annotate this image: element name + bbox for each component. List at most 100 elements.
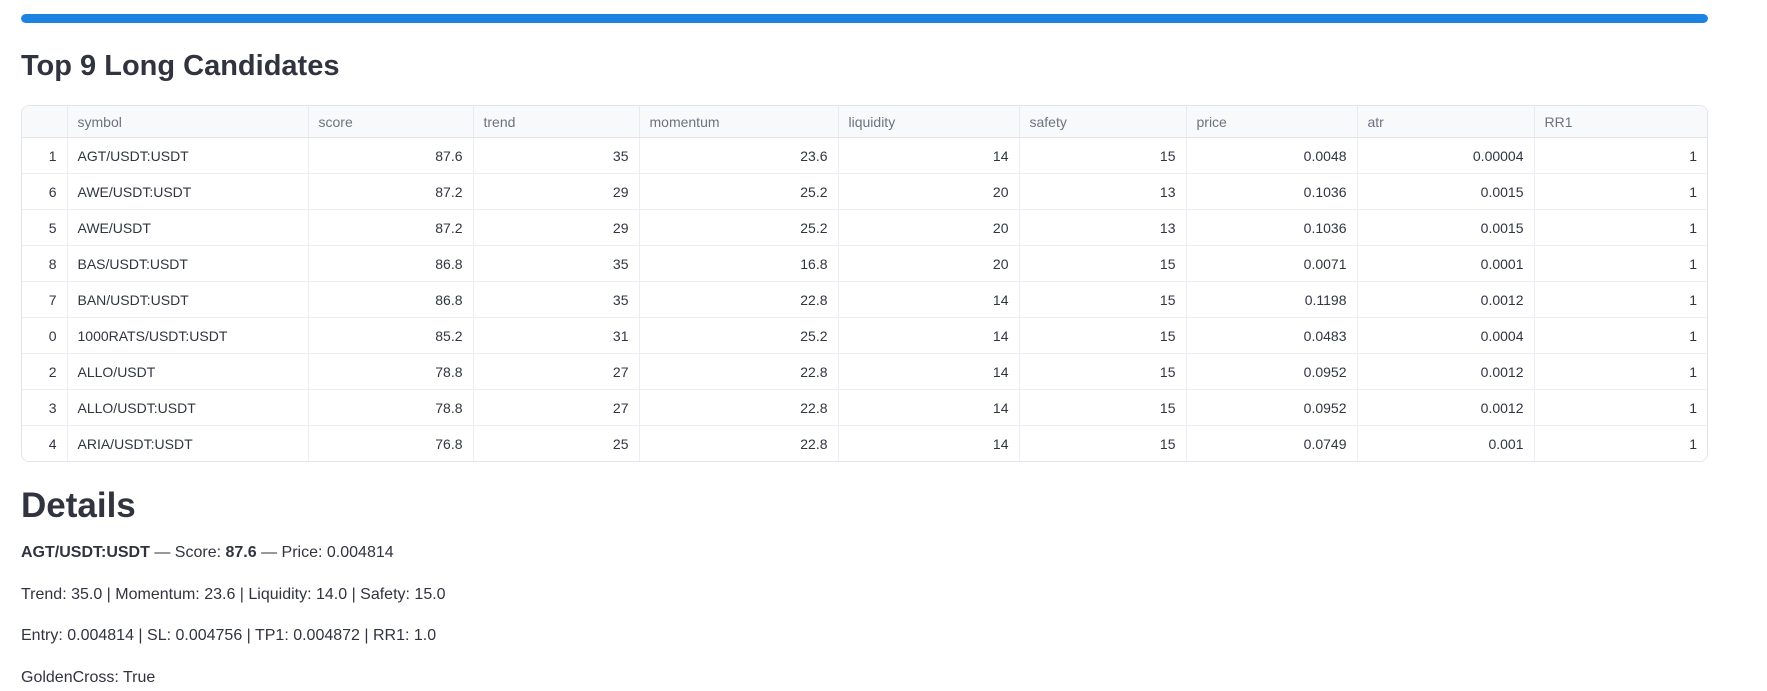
- cell-trend[interactable]: 25: [472, 425, 639, 462]
- column-header-atr[interactable]: atr: [1356, 106, 1534, 139]
- column-header-symbol[interactable]: symbol: [66, 106, 308, 139]
- cell-safety[interactable]: 13: [1018, 173, 1186, 210]
- cell-price[interactable]: 0.1198: [1185, 281, 1357, 318]
- cell-momentum[interactable]: 22.8: [638, 281, 838, 318]
- cell-liquidity[interactable]: 14: [837, 137, 1019, 174]
- cell-symbol[interactable]: AGT/USDT:USDT: [66, 137, 308, 174]
- cell-safety[interactable]: 15: [1018, 245, 1186, 282]
- cell-trend[interactable]: 29: [472, 209, 639, 246]
- cell-symbol[interactable]: AWE/USDT: [66, 209, 308, 246]
- cell-trend[interactable]: 27: [472, 353, 639, 390]
- cell-trend[interactable]: 35: [472, 245, 639, 282]
- cell-liquidity[interactable]: 20: [837, 245, 1019, 282]
- column-header-price[interactable]: price: [1185, 106, 1357, 139]
- column-header-safety[interactable]: safety: [1018, 106, 1186, 139]
- column-header-liquidity[interactable]: liquidity: [837, 106, 1019, 139]
- cell-price[interactable]: 0.0048: [1185, 137, 1357, 174]
- column-header-index[interactable]: [22, 106, 67, 139]
- cell-symbol[interactable]: BAN/USDT:USDT: [66, 281, 308, 318]
- cell-score[interactable]: 87.2: [307, 209, 473, 246]
- cell-atr[interactable]: 0.00004: [1356, 137, 1534, 174]
- cell-rr1[interactable]: 1: [1533, 173, 1707, 210]
- cell-atr[interactable]: 0.0015: [1356, 209, 1534, 246]
- column-header-trend[interactable]: trend: [472, 106, 639, 139]
- cell-index[interactable]: 2: [22, 353, 67, 390]
- cell-score[interactable]: 86.8: [307, 281, 473, 318]
- cell-liquidity[interactable]: 14: [837, 353, 1019, 390]
- cell-liquidity[interactable]: 20: [837, 209, 1019, 246]
- cell-trend[interactable]: 35: [472, 137, 639, 174]
- cell-momentum[interactable]: 25.2: [638, 173, 838, 210]
- cell-rr1[interactable]: 1: [1533, 209, 1707, 246]
- cell-liquidity[interactable]: 14: [837, 389, 1019, 426]
- cell-momentum[interactable]: 23.6: [638, 137, 838, 174]
- cell-safety[interactable]: 15: [1018, 425, 1186, 462]
- cell-price[interactable]: 0.1036: [1185, 209, 1357, 246]
- cell-rr1[interactable]: 1: [1533, 353, 1707, 390]
- cell-rr1[interactable]: 1: [1533, 281, 1707, 318]
- cell-price[interactable]: 0.1036: [1185, 173, 1357, 210]
- cell-atr[interactable]: 0.0001: [1356, 245, 1534, 282]
- cell-rr1[interactable]: 1: [1533, 245, 1707, 282]
- cell-symbol[interactable]: ALLO/USDT: [66, 353, 308, 390]
- cell-symbol[interactable]: BAS/USDT:USDT: [66, 245, 308, 282]
- cell-momentum[interactable]: 25.2: [638, 317, 838, 354]
- cell-atr[interactable]: 0.0012: [1356, 281, 1534, 318]
- cell-price[interactable]: 0.0952: [1185, 389, 1357, 426]
- cell-momentum[interactable]: 22.8: [638, 425, 838, 462]
- cell-price[interactable]: 0.0952: [1185, 353, 1357, 390]
- cell-rr1[interactable]: 1: [1533, 317, 1707, 354]
- cell-score[interactable]: 76.8: [307, 425, 473, 462]
- cell-momentum[interactable]: 16.8: [638, 245, 838, 282]
- cell-momentum[interactable]: 25.2: [638, 209, 838, 246]
- cell-symbol[interactable]: 1000RATS/USDT:USDT: [66, 317, 308, 354]
- cell-price[interactable]: 0.0483: [1185, 317, 1357, 354]
- cell-liquidity[interactable]: 14: [837, 281, 1019, 318]
- cell-score[interactable]: 87.2: [307, 173, 473, 210]
- cell-symbol[interactable]: ALLO/USDT:USDT: [66, 389, 308, 426]
- cell-price[interactable]: 0.0071: [1185, 245, 1357, 282]
- cell-momentum[interactable]: 22.8: [638, 353, 838, 390]
- cell-index[interactable]: 4: [22, 425, 67, 462]
- column-header-rr1[interactable]: RR1: [1533, 106, 1707, 139]
- column-header-momentum[interactable]: momentum: [638, 106, 838, 139]
- cell-symbol[interactable]: ARIA/USDT:USDT: [66, 425, 308, 462]
- cell-rr1[interactable]: 1: [1533, 425, 1707, 462]
- cell-momentum[interactable]: 22.8: [638, 389, 838, 426]
- cell-atr[interactable]: 0.0015: [1356, 173, 1534, 210]
- cell-trend[interactable]: 35: [472, 281, 639, 318]
- cell-rr1[interactable]: 1: [1533, 137, 1707, 174]
- cell-score[interactable]: 85.2: [307, 317, 473, 354]
- cell-safety[interactable]: 15: [1018, 281, 1186, 318]
- cell-index[interactable]: 6: [22, 173, 67, 210]
- cell-index[interactable]: 5: [22, 209, 67, 246]
- cell-symbol[interactable]: AWE/USDT:USDT: [66, 173, 308, 210]
- cell-atr[interactable]: 0.0012: [1356, 353, 1534, 390]
- cell-liquidity[interactable]: 14: [837, 317, 1019, 354]
- cell-atr[interactable]: 0.001: [1356, 425, 1534, 462]
- cell-liquidity[interactable]: 20: [837, 173, 1019, 210]
- cell-score[interactable]: 78.8: [307, 389, 473, 426]
- cell-safety[interactable]: 13: [1018, 209, 1186, 246]
- cell-index[interactable]: 8: [22, 245, 67, 282]
- column-header-score[interactable]: score: [307, 106, 473, 139]
- cell-rr1[interactable]: 1: [1533, 389, 1707, 426]
- cell-trend[interactable]: 29: [472, 173, 639, 210]
- cell-index[interactable]: 1: [22, 137, 67, 174]
- cell-index[interactable]: 3: [22, 389, 67, 426]
- cell-index[interactable]: 7: [22, 281, 67, 318]
- cell-safety[interactable]: 15: [1018, 389, 1186, 426]
- cell-trend[interactable]: 27: [472, 389, 639, 426]
- cell-price[interactable]: 0.0749: [1185, 425, 1357, 462]
- cell-score[interactable]: 87.6: [307, 137, 473, 174]
- cell-score[interactable]: 78.8: [307, 353, 473, 390]
- cell-liquidity[interactable]: 14: [837, 425, 1019, 462]
- cell-safety[interactable]: 15: [1018, 317, 1186, 354]
- cell-score[interactable]: 86.8: [307, 245, 473, 282]
- cell-atr[interactable]: 0.0012: [1356, 389, 1534, 426]
- cell-index[interactable]: 0: [22, 317, 67, 354]
- cell-safety[interactable]: 15: [1018, 137, 1186, 174]
- cell-safety[interactable]: 15: [1018, 353, 1186, 390]
- cell-atr[interactable]: 0.0004: [1356, 317, 1534, 354]
- cell-trend[interactable]: 31: [472, 317, 639, 354]
